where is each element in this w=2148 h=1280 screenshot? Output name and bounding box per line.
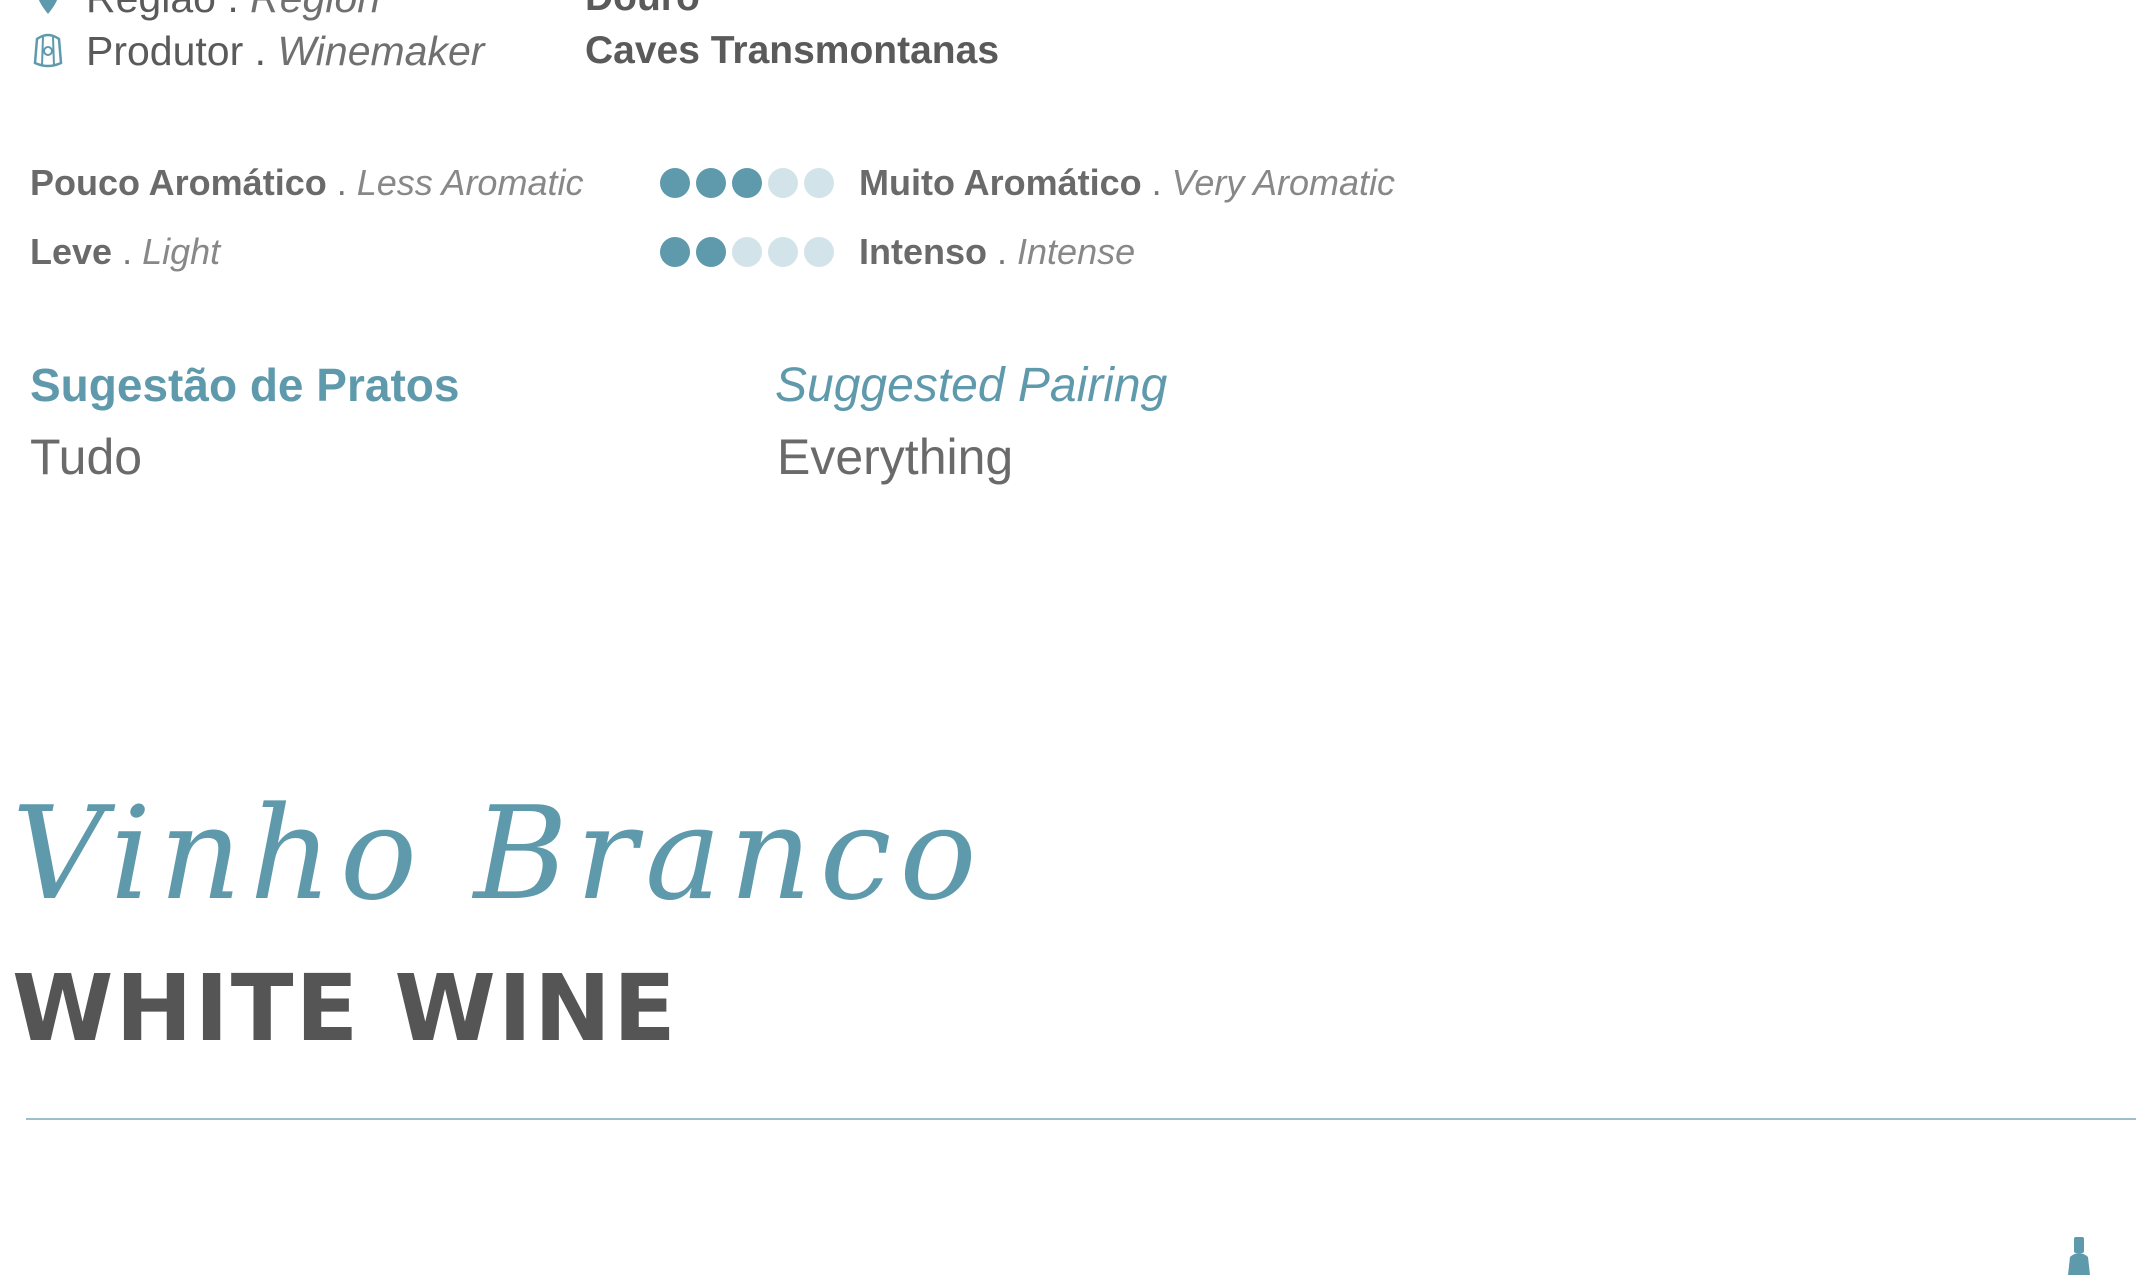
rating-dot-empty xyxy=(732,237,762,267)
aroma-right-label: Muito Aromático . Very Aromatic xyxy=(859,162,1396,203)
aroma-scale: Pouco Aromático . Less Aromatic Muito Ar… xyxy=(30,157,1530,209)
rating-dot-filled xyxy=(696,237,726,267)
rating-dot-empty xyxy=(804,168,834,198)
producer-row: Produtor . Winemaker Caves Transmontanas xyxy=(30,21,999,81)
producer-value: Caves Transmontanas xyxy=(585,29,1000,72)
bottle-icon xyxy=(2060,1235,2100,1275)
rating-dot-filled xyxy=(660,168,690,198)
divider xyxy=(26,1118,2136,1120)
body-rating xyxy=(660,237,855,267)
aroma-left-label: Pouco Aromático . Less Aromatic xyxy=(30,162,584,203)
pairing-heading-pt: Sugestão de Pratos xyxy=(30,359,460,411)
aroma-rating xyxy=(660,168,855,198)
rating-dot-filled xyxy=(732,168,762,198)
body-left-label: Leve . Light xyxy=(30,231,221,272)
rating-dot-filled xyxy=(696,168,726,198)
pairing-value-en: Everything xyxy=(777,429,1014,485)
region-label: Região . Region xyxy=(86,0,380,22)
rating-dot-empty xyxy=(768,237,798,267)
map-pin-icon xyxy=(30,0,66,16)
pairing-heading-en: Suggested Pairing xyxy=(775,359,1168,412)
rating-dot-empty xyxy=(768,168,798,198)
barrel-icon xyxy=(30,33,66,69)
section-script-title: Vinho Branco xyxy=(12,780,985,929)
producer-label: Produtor . Winemaker xyxy=(86,27,485,74)
rating-dot-empty xyxy=(804,237,834,267)
body-right-label: Intenso . Intense xyxy=(859,231,1136,272)
pairing-value-pt: Tudo xyxy=(30,429,143,485)
region-value: Douro xyxy=(585,0,700,20)
section-title: WHITE WINE xyxy=(12,955,678,1062)
body-scale: Leve . Light Intenso . Intense xyxy=(30,226,1530,278)
rating-dot-filled xyxy=(660,237,690,267)
